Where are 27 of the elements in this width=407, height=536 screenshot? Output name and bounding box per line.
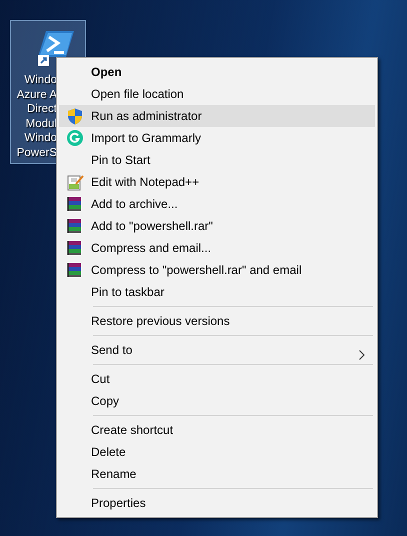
icon-label-line: Windo <box>24 73 57 88</box>
menu-item[interactable]: Properties <box>59 492 375 514</box>
grammarly-icon <box>67 130 83 146</box>
archive-books-icon <box>67 218 83 234</box>
menu-item[interactable]: Edit with Notepad++ <box>59 171 375 193</box>
shield-icon <box>67 108 83 124</box>
menu-item[interactable]: Delete <box>59 441 375 463</box>
notepad-icon <box>66 174 84 190</box>
menu-item[interactable]: Restore previous versions <box>59 310 375 332</box>
menu-item[interactable]: Create shortcut <box>59 419 375 441</box>
icon-label-line: Modul <box>26 116 57 131</box>
archive-books-icon <box>67 240 83 256</box>
menu-item[interactable]: Copy <box>59 390 375 412</box>
icon-label-line: PowerS <box>16 146 57 160</box>
archive-books-icon <box>67 196 83 212</box>
icon-label-line: Windo <box>24 131 57 146</box>
menu-item[interactable]: Rename <box>59 463 375 485</box>
menu-item[interactable]: Add to "powershell.rar" <box>59 215 375 237</box>
icon-label-line: Direct <box>26 102 57 116</box>
menu-item[interactable]: Pin to taskbar <box>59 281 375 303</box>
menu-item[interactable]: Add to archive... <box>59 193 375 215</box>
menu-item[interactable]: Send to <box>59 339 375 361</box>
archive-books-icon <box>67 262 83 278</box>
menu-item[interactable]: Compress and email... <box>59 237 375 259</box>
menu-item[interactable]: Cut <box>59 368 375 390</box>
menu-item[interactable]: Run as administrator <box>59 105 375 127</box>
menu-item[interactable]: Compress to "powershell.rar" and email <box>59 259 375 281</box>
